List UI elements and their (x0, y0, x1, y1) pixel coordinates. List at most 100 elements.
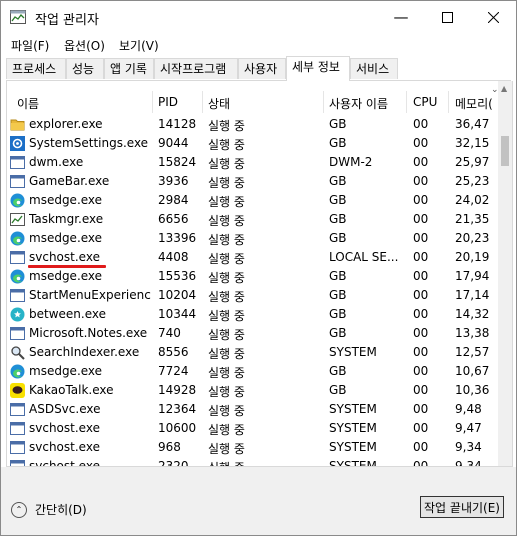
menu-options[interactable]: 옵션(O) (64, 37, 105, 54)
process-user: GB (329, 307, 347, 321)
table-row[interactable]: explorer.exe 14128 실행 중 GB 00 36,47 (7, 115, 497, 134)
chevron-up-icon: ⌃ (11, 501, 27, 518)
column-divider[interactable] (202, 91, 203, 113)
process-pid: 2320 (158, 459, 189, 467)
table-row[interactable]: svchost.exe 10600 실행 중 SYSTEM 00 9,47 (7, 419, 497, 438)
process-name: msedge.exe (29, 269, 103, 283)
process-state: 실행 중 (208, 119, 245, 133)
minimize-button[interactable]: — (378, 1, 424, 33)
process-user: GB (329, 212, 347, 226)
kakaotalk-icon (10, 383, 25, 398)
process-cpu: 00 (413, 231, 429, 245)
process-user: LOCAL SE... (329, 250, 399, 264)
process-user: GB (329, 193, 347, 207)
table-row[interactable]: svchost.exe 968 실행 중 SYSTEM 00 9,34 (7, 438, 497, 457)
column-divider[interactable] (152, 91, 153, 113)
process-name: Microsoft.Notes.exe (29, 326, 148, 340)
table-row[interactable]: ASDSvc.exe 12364 실행 중 SYSTEM 00 9,48 (7, 400, 497, 419)
process-state: 실행 중 (208, 423, 245, 437)
column-divider[interactable] (323, 91, 324, 113)
column-user[interactable]: 사용자 이름 (329, 95, 388, 112)
process-user: GB (329, 383, 347, 397)
process-user: SYSTEM (329, 402, 377, 416)
process-cpu: 00 (413, 345, 429, 359)
edge-icon (10, 231, 25, 246)
process-user: GB (329, 326, 347, 340)
table-row[interactable]: dwm.exe 15824 실행 중 DWM-2 00 25,97 (7, 153, 497, 172)
process-state: 실행 중 (208, 328, 245, 342)
table-row[interactable]: Taskmgr.exe 6656 실행 중 GB 00 21,35 (7, 210, 497, 229)
table-row[interactable]: StartMenuExperienc... 10204 실행 중 GB 00 17,14 (7, 286, 497, 305)
process-pid: 7724 (158, 364, 189, 378)
process-user: GB (329, 117, 347, 131)
menu-file[interactable]: 파일(F) (11, 37, 49, 54)
process-cpu: 00 (413, 421, 429, 435)
process-name: Taskmgr.exe (29, 212, 104, 226)
scrollbar-thumb[interactable] (501, 136, 509, 166)
process-cpu: 00 (413, 174, 429, 188)
table-row[interactable]: msedge.exe 7724 실행 중 GB 00 10,67 (7, 362, 497, 381)
process-name: svchost.exe (29, 421, 100, 435)
process-state: 실행 중 (208, 271, 245, 285)
folder-icon (10, 117, 25, 132)
tab-users[interactable]: 사용자 (238, 58, 286, 79)
process-pid: 14928 (158, 383, 197, 397)
column-memory[interactable]: 메모리( (455, 95, 497, 112)
tab-startup[interactable]: 시작프로그램 (154, 58, 238, 79)
table-row[interactable]: msedge.exe 15536 실행 중 GB 00 17,94 (7, 267, 497, 286)
column-pid[interactable]: PID (158, 95, 178, 109)
process-name: dwm.exe (29, 155, 84, 169)
process-state: 실행 중 (208, 347, 245, 361)
column-divider[interactable] (406, 91, 407, 113)
tab-performance[interactable]: 성능 (66, 58, 104, 79)
process-state: 실행 중 (208, 385, 245, 399)
process-user: GB (329, 269, 347, 283)
maximize-button[interactable] (424, 1, 470, 33)
process-memory: 25,23 (455, 174, 490, 188)
tab-details[interactable]: 세부 정보 (286, 56, 350, 81)
table-row[interactable]: Microsoft.Notes.exe 740 실행 중 GB 00 13,38 (7, 324, 497, 343)
table-row[interactable]: svchost.exe 2320 실행 중 SYSTEM 00 9,34 (7, 457, 497, 467)
process-memory: 9,48 (455, 402, 482, 416)
table-row[interactable]: msedge.exe 13396 실행 중 GB 00 20,23 (7, 229, 497, 248)
gear-icon (10, 136, 25, 151)
process-user: SYSTEM (329, 421, 377, 435)
scroll-up-icon[interactable]: ▲ (501, 84, 507, 93)
process-name: GameBar.exe (29, 174, 110, 188)
table-row[interactable]: msedge.exe 2984 실행 중 GB 00 24,02 (7, 191, 497, 210)
process-name: SystemSettings.exe (29, 136, 149, 150)
fewer-details-button[interactable]: ⌃ 간단히(D) (11, 501, 87, 518)
end-task-button[interactable]: 작업 끝내기(E) (420, 496, 504, 518)
column-name[interactable]: 이름 (17, 95, 39, 112)
table-row[interactable]: SearchIndexer.exe 8556 실행 중 SYSTEM 00 12,57 (7, 343, 497, 362)
process-cpu: 00 (413, 364, 429, 378)
process-pid: 12364 (158, 402, 197, 416)
column-divider[interactable] (448, 91, 449, 113)
process-name: KakaoTalk.exe (29, 383, 114, 397)
menu-view[interactable]: 보기(V) (119, 37, 159, 54)
process-state: 실행 중 (208, 233, 245, 247)
table-row[interactable]: SystemSettings.exe 9044 실행 중 GB 00 32,15 (7, 134, 497, 153)
minimize-icon: — (393, 8, 409, 26)
process-pid: 6656 (158, 212, 189, 226)
column-state[interactable]: 상태 (208, 95, 230, 112)
search-indexer-icon (10, 345, 25, 360)
process-memory: 9,34 (455, 440, 482, 454)
process-memory: 36,47 (455, 117, 490, 131)
process-state: 실행 중 (208, 176, 245, 190)
table-row[interactable]: between.exe 10344 실행 중 GB 00 14,32 (7, 305, 497, 324)
table-row[interactable]: GameBar.exe 3936 실행 중 GB 00 25,23 (7, 172, 497, 191)
tab-services[interactable]: 서비스 (350, 58, 398, 79)
close-button[interactable] (470, 1, 516, 33)
tab-app-history[interactable]: 앱 기록 (104, 58, 154, 79)
vertical-scrollbar[interactable]: ▲ (498, 81, 512, 466)
process-pid: 10204 (158, 288, 197, 302)
column-cpu[interactable]: CPU (413, 95, 437, 109)
tab-processes[interactable]: 프로세스 (6, 58, 66, 79)
process-user: SYSTEM (329, 345, 377, 359)
process-state: 실행 중 (208, 195, 245, 209)
process-pid: 2984 (158, 193, 189, 207)
process-state: 실행 중 (208, 290, 245, 304)
table-row[interactable]: KakaoTalk.exe 14928 실행 중 GB 00 10,36 (7, 381, 497, 400)
tab-bar: 프로세스 성능 앱 기록 시작프로그램 사용자 세부 정보 서비스 (6, 56, 511, 81)
